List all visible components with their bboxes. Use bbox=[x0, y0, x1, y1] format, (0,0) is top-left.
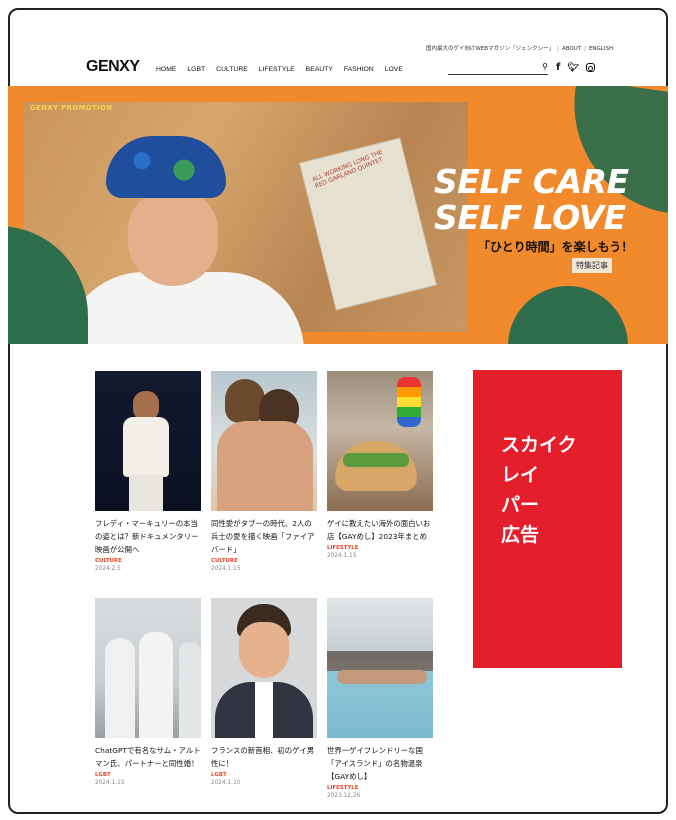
article-category[interactable]: LIFESTYLE bbox=[327, 545, 433, 551]
hero-person-face bbox=[128, 190, 218, 286]
nav-fashion[interactable]: FASHION bbox=[344, 66, 374, 73]
article-title[interactable]: 世界一ゲイフレンドリーな国「アイスランド」の名物温泉【GAYめし】 bbox=[327, 744, 433, 783]
about-link[interactable]: ABOUT bbox=[562, 46, 581, 52]
article-date: 2024.2.5 bbox=[95, 566, 121, 572]
top-note: 国内最大のゲイ向けWEBマガジン「ジェンクシー」 | ABOUT | ENGLISH bbox=[426, 46, 614, 52]
hero-bucket-hat bbox=[106, 136, 226, 198]
article-date: 2024.1.15 bbox=[327, 553, 357, 559]
article-card[interactable]: フレディ・マーキュリーの本当の姿とは？新ドキュメンタリー映画が公開へ CULTU… bbox=[95, 371, 201, 572]
twitter-icon[interactable]: 🐦︎ bbox=[567, 63, 578, 73]
instagram-icon[interactable] bbox=[585, 63, 595, 72]
ad-line: レイ bbox=[501, 464, 540, 486]
nav-home[interactable]: HOME bbox=[156, 66, 176, 73]
ad-line: 広告 bbox=[501, 524, 540, 546]
search-input[interactable] bbox=[448, 71, 534, 81]
article-title[interactable]: 同性愛がタブーの時代、2人の兵士の愛を描く映画「ファイアバード」 bbox=[211, 517, 317, 556]
search-icon[interactable]: ⚲ bbox=[542, 62, 548, 72]
promo-label: GENXY PROMOTION bbox=[30, 104, 113, 112]
ad-line: スカイク bbox=[501, 434, 577, 456]
article-date: 2023.12.26 bbox=[327, 793, 361, 799]
article-thumbnail[interactable] bbox=[327, 598, 433, 738]
site-logo[interactable]: GENXY bbox=[86, 58, 140, 76]
article-category[interactable]: CULTURE bbox=[95, 558, 201, 564]
article-title[interactable]: ChatGPTで有名なサム・アルトマン氏、パートナーと同性婚！ bbox=[95, 744, 201, 770]
nav-love[interactable]: LOVE bbox=[385, 66, 403, 73]
search-box: ⚲ bbox=[448, 62, 548, 81]
article-card[interactable]: ゲイに教えたい海外の面白いお店【GAYめし】2023年まとめ LIFESTYLE… bbox=[327, 371, 433, 559]
hero-subtitle: 「ひとり時間」を楽しもう！ bbox=[478, 240, 634, 254]
hero-headline: SELF CARE bbox=[434, 162, 629, 201]
article-date: 2024.1.15 bbox=[211, 566, 241, 572]
article-card[interactable]: フランスの新首相、初のゲイ男性に！ LGBT 2024.1.10 bbox=[211, 598, 317, 786]
article-thumbnail[interactable] bbox=[211, 598, 317, 738]
nav-culture[interactable]: CULTURE bbox=[216, 66, 248, 73]
article-title[interactable]: ゲイに教えたい海外の面白いお店【GAYめし】2023年まとめ bbox=[327, 517, 433, 543]
palm-leaf-decoration bbox=[508, 286, 628, 344]
article-category[interactable]: LGBT bbox=[95, 772, 201, 778]
article-date: 2024.1.10 bbox=[211, 780, 241, 786]
nav-beauty[interactable]: BEAUTY bbox=[306, 66, 333, 73]
article-card[interactable]: 世界一ゲイフレンドリーな国「アイスランド」の名物温泉【GAYめし】 LIFEST… bbox=[327, 598, 433, 799]
skyscraper-ad[interactable]: スカイク レイ パー 広告 bbox=[473, 370, 622, 668]
article-category[interactable]: LGBT bbox=[211, 772, 317, 778]
article-card[interactable]: 同性愛がタブーの時代、2人の兵士の愛を描く映画「ファイアバード」 CULTURE… bbox=[211, 371, 317, 572]
nav-lifestyle[interactable]: LIFESTYLE bbox=[259, 66, 295, 73]
article-thumbnail[interactable] bbox=[95, 371, 201, 511]
main-nav: HOME LGBT CULTURE LIFESTYLE BEAUTY FASHI… bbox=[156, 66, 414, 73]
article-date: 2024.1.15 bbox=[95, 780, 125, 786]
hero-photo: ALL WORKING LONG THE RED GARLAND QUINTET bbox=[24, 102, 468, 344]
article-title[interactable]: フランスの新首相、初のゲイ男性に！ bbox=[211, 744, 317, 770]
ad-text: スカイク レイ パー 広告 bbox=[501, 430, 611, 550]
feature-badge[interactable]: 特集記事 bbox=[572, 258, 612, 273]
english-link[interactable]: ENGLISH bbox=[589, 46, 613, 52]
site-tagline: 国内最大のゲイ向けWEBマガジン「ジェンクシー」 bbox=[426, 46, 555, 52]
article-category[interactable]: CULTURE bbox=[211, 558, 317, 564]
article-thumbnail[interactable] bbox=[211, 371, 317, 511]
social-links: f 🐦︎ bbox=[556, 62, 595, 73]
article-thumbnail[interactable] bbox=[95, 598, 201, 738]
record-sleeve-text: ALL WORKING LONG THE RED GARLAND QUINTET bbox=[311, 148, 384, 190]
article-thumbnail[interactable] bbox=[327, 371, 433, 511]
ad-line: パー bbox=[501, 494, 540, 516]
hero-headline-2: SELF LOVE bbox=[434, 198, 626, 237]
article-category[interactable]: LIFESTYLE bbox=[327, 785, 433, 791]
facebook-icon[interactable]: f bbox=[556, 62, 560, 73]
hero-banner[interactable]: ALL WORKING LONG THE RED GARLAND QUINTET… bbox=[8, 86, 668, 344]
nav-lgbt[interactable]: LGBT bbox=[187, 66, 205, 73]
hero-record-sleeve: ALL WORKING LONG THE RED GARLAND QUINTET bbox=[299, 137, 437, 311]
article-card[interactable]: ChatGPTで有名なサム・アルトマン氏、パートナーと同性婚！ LGBT 202… bbox=[95, 598, 201, 786]
article-title[interactable]: フレディ・マーキュリーの本当の姿とは？新ドキュメンタリー映画が公開へ bbox=[95, 517, 201, 556]
